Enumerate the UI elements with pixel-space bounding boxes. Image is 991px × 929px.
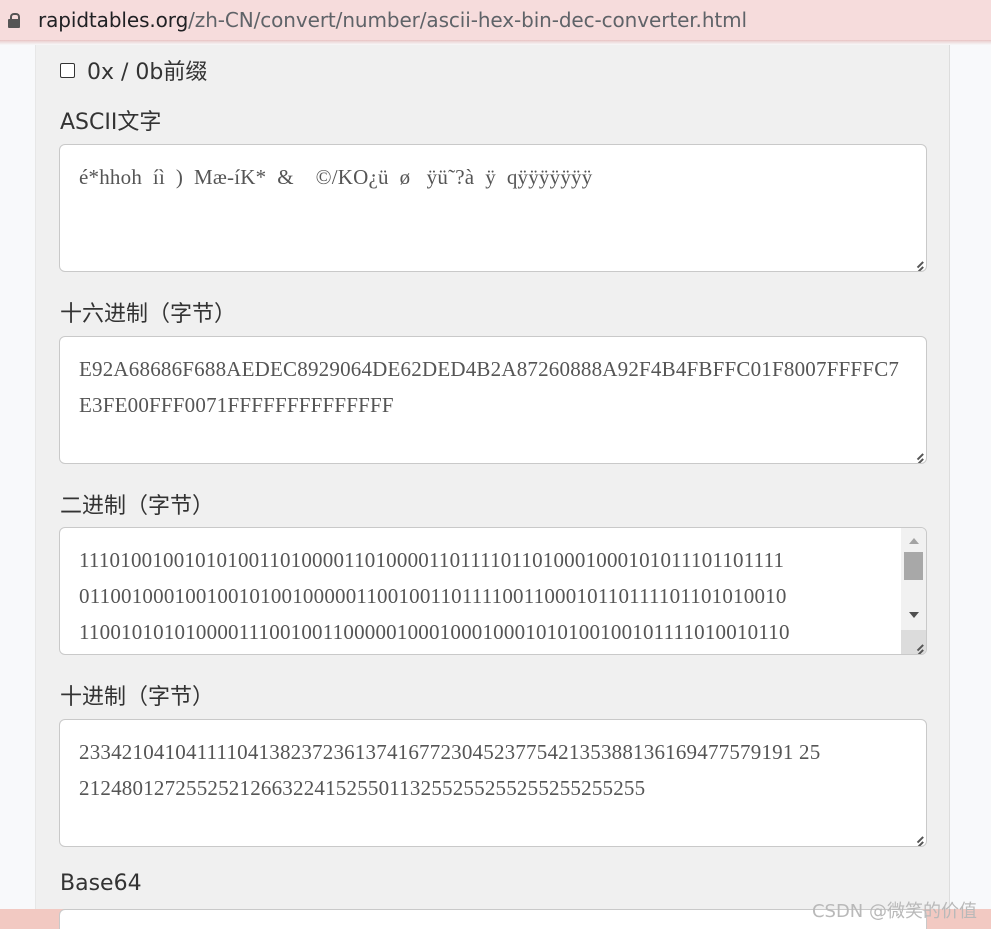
hex-line: E92A68686F688AEDEC8929064DE62DED4B2A8726…	[79, 357, 900, 381]
page-right-margin	[950, 45, 991, 909]
resize-grip-icon[interactable]	[911, 640, 924, 654]
hex-line: E3FE00FFF0071FFFFFFFFFFFFFF	[79, 393, 394, 417]
url-path: /zh-CN/convert/number/ascii-hex-bin-dec-…	[188, 8, 747, 32]
binary-scrollbar[interactable]	[901, 528, 926, 654]
decimal-label: 十进制（字节）	[60, 685, 215, 710]
page-left-margin	[0, 45, 36, 909]
watermark: CSDN @微笑的价值	[811, 901, 977, 922]
url-domain: rapidtables.org	[38, 8, 189, 32]
scroll-up-arrow-icon[interactable]	[909, 538, 919, 544]
ascii-textarea[interactable]: é*hhoh íì ) Mæ-íK* & ©/KO¿ü ø ÿü˜?à ÿ qÿ…	[59, 144, 927, 272]
prefix-option[interactable]: 0x / 0b前缀	[60, 54, 207, 86]
base64-textarea[interactable]	[59, 909, 927, 929]
lock-icon[interactable]	[8, 12, 20, 28]
resize-grip-icon[interactable]	[911, 832, 924, 846]
binary-line: 1110100100101010011010000110100001101111…	[79, 548, 785, 572]
ascii-label: ASCII文字	[60, 110, 162, 135]
decimal-line: 2124801272552521266322415255011325525525…	[79, 776, 646, 800]
ascii-text: é*hhoh íì ) Mæ-íK* & ©/KO¿ü ø ÿü˜?à ÿ qÿ…	[79, 165, 593, 189]
binary-line: 0110010001001001010010000011001001101111…	[79, 584, 787, 608]
binary-textarea[interactable]: 1110100100101010011010000110100001101111…	[59, 527, 927, 655]
binary-label: 二进制（字节）	[60, 494, 215, 519]
scroll-thumb[interactable]	[904, 552, 923, 580]
base64-label: Base64	[60, 871, 142, 896]
address-bar[interactable]: rapidtables.org/zh-CN/convert/number/asc…	[0, 0, 991, 41]
prefix-label[interactable]: 0x / 0b前缀	[87, 54, 207, 86]
binary-text: 1110100100101010011010000110100001101111…	[79, 542, 891, 650]
url-text[interactable]: rapidtables.org/zh-CN/convert/number/asc…	[38, 8, 747, 32]
binary-line: 1100101010100001110010011000001000100010…	[79, 620, 790, 644]
hex-textarea[interactable]: E92A68686F688AEDEC8929064DE62DED4B2A8726…	[59, 336, 927, 464]
resize-grip-icon[interactable]	[911, 449, 924, 463]
hex-label: 十六进制（字节）	[60, 302, 237, 327]
decimal-text: 2334210410411110413823723613741677230452…	[79, 734, 906, 806]
decimal-textarea[interactable]: 2334210410411110413823723613741677230452…	[59, 719, 927, 847]
resize-grip-icon[interactable]	[911, 257, 924, 271]
decimal-line: 2334210410411110413823723613741677230452…	[79, 740, 821, 764]
hex-text: E92A68686F688AEDEC8929064DE62DED4B2A8726…	[79, 351, 906, 423]
prefix-checkbox[interactable]	[60, 62, 75, 78]
scroll-down-arrow-icon[interactable]	[909, 612, 919, 618]
